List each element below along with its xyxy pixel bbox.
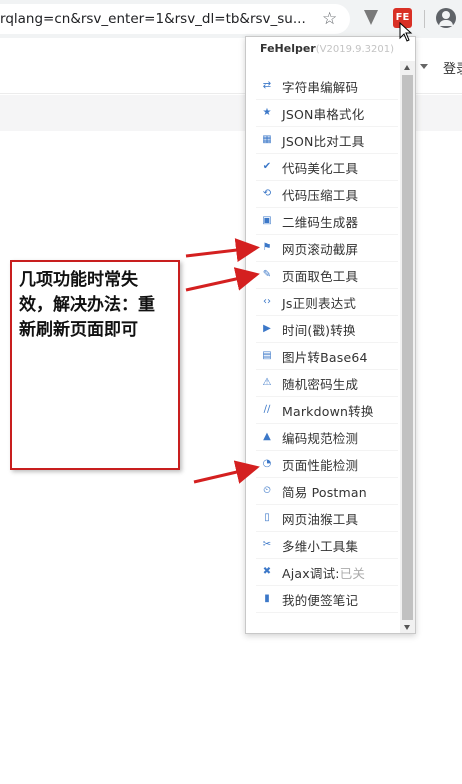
- url-text[interactable]: rqlang=cn&rsv_enter=1&rsv_dl=tb&rsv_su..…: [0, 11, 310, 27]
- menu-item-label: 代码美化工具: [282, 160, 359, 176]
- scroll-down-arrow-icon[interactable]: [404, 625, 410, 630]
- tool-icon: ‹›: [263, 296, 271, 307]
- menu-item-label: 随机密码生成: [282, 376, 359, 392]
- tool-icon: ✔: [262, 161, 272, 172]
- arrow-to-color-picker: [185, 267, 260, 292]
- menu-item[interactable]: ▶ 时间(戳)转换: [256, 316, 398, 343]
- tool-icon: ◔: [262, 458, 272, 469]
- scroll-thumb[interactable]: [402, 75, 413, 620]
- menu-item[interactable]: ⚠ 随机密码生成: [256, 370, 398, 397]
- menu-item-label: Markdown转换: [282, 403, 374, 419]
- screenshot-root: rqlang=cn&rsv_enter=1&rsv_dl=tb&rsv_su..…: [0, 0, 462, 784]
- ajax-status-text[interactable]: 已关: [340, 563, 365, 582]
- annotation-text: 几项功能时常失效，解决办法：重新刷新页面即可: [19, 270, 155, 340]
- tool-icon: ▯: [264, 512, 270, 523]
- menu-item-label: 页面性能检测: [282, 457, 359, 473]
- menu-item-label: 网页滚动截屏: [282, 241, 359, 257]
- login-link[interactable]: 登录: [443, 58, 462, 77]
- popup-scrollbar[interactable]: [400, 61, 415, 633]
- menu-item[interactable]: ◔ 页面性能检测: [256, 451, 398, 478]
- tool-icon: ⚑: [262, 242, 272, 253]
- scroll-up-arrow-icon[interactable]: [404, 65, 410, 70]
- menu-item[interactable]: ⟲ 代码压缩工具: [256, 181, 398, 208]
- menu-item[interactable]: ▣ 二维码生成器: [256, 208, 398, 235]
- menu-item[interactable]: ▮ 我的便签笔记: [256, 586, 398, 613]
- menu-item[interactable]: ✔ 代码美化工具: [256, 154, 398, 181]
- menu-item[interactable]: ▤ 图片转Base64: [256, 343, 398, 370]
- menu-item[interactable]: ▯ 网页油猴工具: [256, 505, 398, 532]
- menu-item-label: Ajax调试:: [282, 565, 340, 581]
- menu-item-label: 页面取色工具: [282, 268, 359, 284]
- menu-item-label: JSON串格式化: [282, 106, 365, 122]
- vpn-v-icon[interactable]: [364, 10, 378, 25]
- tool-icon: ✖: [262, 566, 272, 577]
- tool-icon: ⇄: [262, 80, 272, 91]
- toolbar-divider: [424, 10, 425, 28]
- chevron-down-icon[interactable]: [420, 64, 428, 69]
- tool-icon: ▤: [262, 350, 272, 361]
- menu-item[interactable]: ⇄ 字符串编解码: [256, 73, 398, 100]
- menu-item-label: 字符串编解码: [282, 79, 359, 95]
- tool-icon: ★: [262, 107, 272, 118]
- menu-item[interactable]: ⏲ 简易 Postman: [256, 478, 398, 505]
- address-bar[interactable]: rqlang=cn&rsv_enter=1&rsv_dl=tb&rsv_su..…: [0, 4, 350, 34]
- tool-icon: ∕∕: [263, 404, 271, 415]
- tool-icon: ▶: [263, 323, 271, 334]
- fehelper-popup: FeHelper(V2019.9.3201) ⇄ 字符串编解码 ★ JSON串格式化 ▦…: [245, 36, 416, 634]
- annotation-note: 几项功能时常失效，解决办法：重新刷新页面即可: [10, 260, 180, 470]
- menu-item[interactable]: ✖ Ajax调试: 已关: [256, 559, 398, 586]
- arrow-to-scroll-screenshot: [185, 238, 260, 263]
- menu-item[interactable]: ✂ 多维小工具集: [256, 532, 398, 559]
- menu-item-label: Js正则表达式: [282, 295, 357, 311]
- account-icon[interactable]: [436, 8, 456, 28]
- brand-name: FeHelper: [260, 42, 316, 55]
- tool-icon: ▲: [263, 431, 271, 442]
- menu-item-label: 编码规范检测: [282, 430, 359, 446]
- tool-menu: ⇄ 字符串编解码 ★ JSON串格式化 ▦ JSON比对工具 ✔ 代码美化工具 ⟲ 代码压缩工具 ▣…: [256, 73, 398, 613]
- menu-item[interactable]: ∕∕ Markdown转换: [256, 397, 398, 424]
- menu-item-label: 网页油猴工具: [282, 511, 359, 527]
- tool-icon: ⟲: [262, 188, 272, 199]
- menu-item-label: JSON比对工具: [282, 133, 365, 149]
- star-icon[interactable]: ☆: [322, 10, 337, 28]
- menu-item-label: 我的便签笔记: [282, 592, 359, 608]
- menu-item-label: 多维小工具集: [282, 538, 359, 554]
- menu-item-label: 代码压缩工具: [282, 187, 359, 203]
- menu-item[interactable]: ★ JSON串格式化: [256, 100, 398, 127]
- popup-header: FeHelper(V2019.9.3201): [246, 37, 415, 61]
- menu-item-label: 图片转Base64: [282, 349, 368, 365]
- menu-item-label: 时间(戳)转换: [282, 322, 356, 338]
- menu-item[interactable]: ▦ JSON比对工具: [256, 127, 398, 154]
- version-text: (V2019.9.3201): [315, 44, 394, 55]
- popup-brand: FeHelper(V2019.9.3201): [260, 42, 394, 55]
- browser-toolbar: rqlang=cn&rsv_enter=1&rsv_dl=tb&rsv_su..…: [0, 0, 462, 38]
- menu-item[interactable]: ⚑ 网页滚动截屏: [256, 235, 398, 262]
- menu-item[interactable]: ▲ 编码规范检测: [256, 424, 398, 451]
- menu-item[interactable]: ✎ 页面取色工具: [256, 262, 398, 289]
- mouse-cursor-icon: [399, 22, 413, 42]
- menu-item-label: 二维码生成器: [282, 214, 359, 230]
- tool-icon: ▣: [262, 215, 272, 226]
- tool-icon: ⏲: [263, 485, 271, 496]
- tool-icon: ▦: [262, 134, 272, 145]
- tool-icon: ✂: [262, 539, 272, 550]
- menu-item[interactable]: ‹› Js正则表达式: [256, 289, 398, 316]
- tool-icon: ✎: [262, 269, 272, 280]
- tool-icon: ▮: [264, 593, 270, 604]
- tool-icon: ⚠: [262, 377, 272, 388]
- menu-item-label: 简易 Postman: [282, 484, 367, 500]
